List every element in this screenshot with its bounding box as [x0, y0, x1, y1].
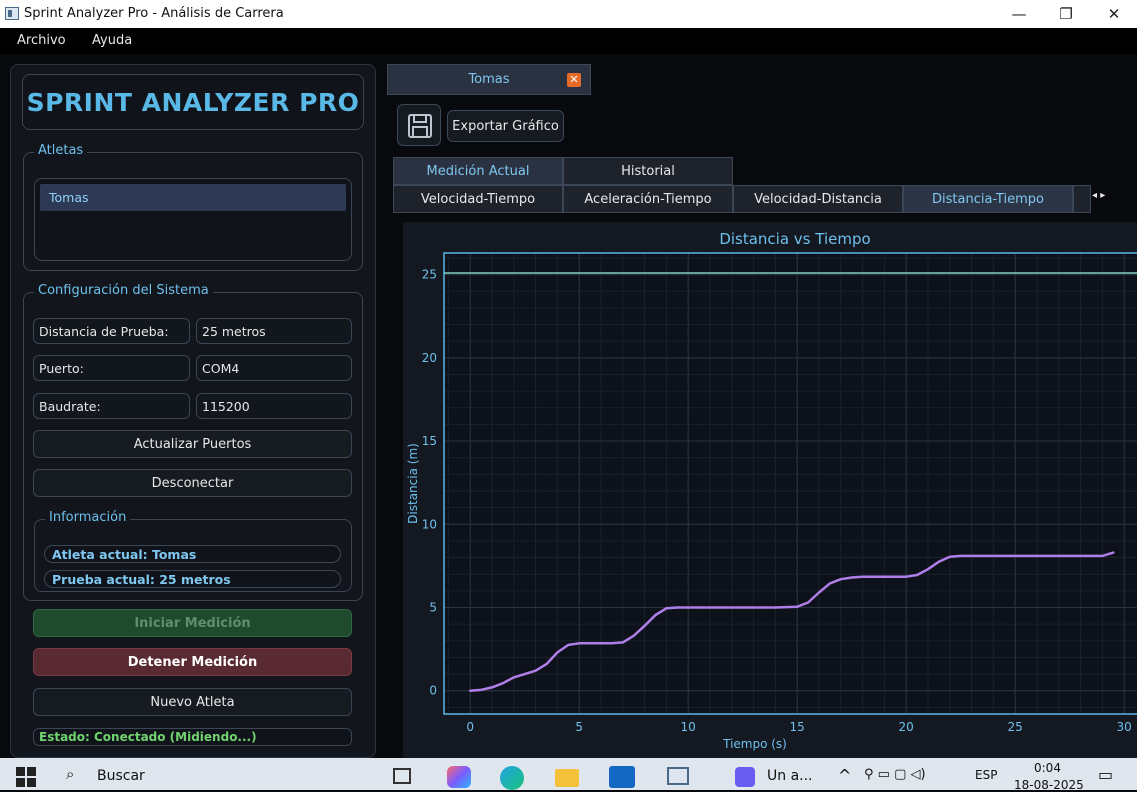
plot-area — [444, 253, 1137, 714]
menu-bar: Archivo Ayuda — [0, 28, 1137, 54]
system-tray-icons[interactable]: ⚲ ▭ ▢ ◁) — [864, 767, 926, 782]
graph-tab-overflow[interactable] — [1073, 185, 1091, 213]
export-graph-button[interactable]: Exportar Gráfico — [447, 110, 564, 142]
x-axis-label: Tiempo (s) — [722, 737, 787, 751]
x-tick-label: 20 — [899, 720, 914, 734]
y-tick-label: 20 — [422, 351, 437, 365]
baudrate-label: Baudrate: — [33, 393, 190, 419]
x-tick-label: 25 — [1008, 720, 1023, 734]
outlook-icon[interactable] — [609, 766, 635, 788]
current-athlete: Atleta actual: Tomas — [44, 545, 341, 563]
x-tick-label: 15 — [790, 720, 805, 734]
info-group-label: Información — [45, 510, 131, 525]
x-tick-label: 5 — [575, 720, 583, 734]
taskbar: ⌕ Buscar Un a... ^ ⚲ ▭ ▢ ◁) ESP 0:04 18-… — [0, 758, 1137, 792]
graph-tab-0[interactable]: Velocidad-Tiempo — [393, 185, 563, 213]
copilot-icon[interactable] — [447, 766, 471, 788]
refresh-ports-button[interactable]: Actualizar Puertos — [33, 430, 352, 458]
x-tick-label: 30 — [1117, 720, 1132, 734]
disconnect-button[interactable]: Desconectar — [33, 469, 352, 497]
graph-tab-2[interactable]: Velocidad-Distancia — [733, 185, 903, 213]
minimize-button[interactable]: — — [996, 0, 1042, 28]
current-test: Prueba actual: 25 metros — [44, 570, 341, 588]
app-logo: SPRINT ANALYZER PRO — [22, 74, 364, 130]
distance-value[interactable]: 25 metros — [196, 318, 352, 344]
chart-title: Distancia vs Tiempo — [719, 230, 870, 248]
search-icon[interactable]: ⌕ — [66, 765, 74, 783]
athletes-group-label: Atletas — [34, 143, 88, 158]
port-label: Puerto: — [33, 355, 190, 381]
zoom-icon[interactable] — [735, 767, 755, 787]
edge-icon[interactable] — [500, 766, 524, 790]
clock-time[interactable]: 0:04 — [1034, 761, 1061, 775]
taskbar-search[interactable]: Buscar — [97, 768, 145, 784]
file-explorer-icon[interactable] — [555, 769, 579, 787]
new-athlete-button[interactable]: Nuevo Atleta — [33, 688, 352, 716]
tab-scroll-arrows[interactable]: ◂ ▸ — [1092, 190, 1128, 206]
save-icon — [408, 114, 432, 138]
notifications-icon[interactable]: ▭ — [1098, 765, 1113, 784]
mode-tab-0[interactable]: Medición Actual — [393, 157, 563, 185]
y-axis-label: Distancia (m) — [406, 443, 420, 524]
language-indicator[interactable]: ESP — [975, 768, 997, 782]
chart-panel: 0 5 10 15 20 25 30 0 5 10 15 20 25 Distancia vs Tiemp… — [403, 222, 1137, 758]
x-tick-label: 0 — [466, 720, 474, 734]
document-tab[interactable]: Tomas — [387, 64, 591, 95]
document-tab-label: Tomas — [468, 72, 510, 87]
app-icon — [5, 7, 19, 20]
app-taskbar-icon[interactable] — [667, 767, 689, 785]
save-button[interactable] — [397, 104, 441, 146]
window-title: Sprint Analyzer Pro - Análisis de Carrer… — [24, 6, 284, 21]
status-label: Estado: Conectado (Midiendo...) — [33, 728, 352, 746]
athlete-list-item[interactable]: Tomas — [40, 184, 346, 211]
y-tick-label: 25 — [422, 268, 437, 282]
y-tick-label: 0 — [429, 684, 437, 698]
mode-tab-1[interactable]: Historial — [563, 157, 733, 185]
config-group-label: Configuración del Sistema — [34, 283, 213, 298]
close-tab-icon[interactable]: ✕ — [567, 73, 581, 87]
close-button[interactable]: ✕ — [1091, 0, 1137, 28]
port-value[interactable]: COM4 — [196, 355, 352, 381]
graph-tab-3[interactable]: Distancia-Tiempo — [903, 185, 1073, 213]
y-tick-label: 10 — [422, 517, 437, 531]
maximize-button[interactable]: ❐ — [1043, 0, 1089, 28]
title-bar: Sprint Analyzer Pro - Análisis de Carrer… — [0, 0, 1137, 28]
stop-measurement-button[interactable]: Detener Medición — [33, 648, 352, 676]
taskbar-window-item[interactable]: Un a... — [767, 768, 813, 784]
x-tick-label: 10 — [681, 720, 696, 734]
y-tick-label: 5 — [429, 600, 437, 614]
graph-tab-1[interactable]: Aceleración-Tiempo — [563, 185, 733, 213]
windows-start-icon[interactable] — [16, 767, 36, 787]
y-tick-label: 15 — [422, 434, 437, 448]
distance-time-chart: 0 5 10 15 20 25 30 0 5 10 15 20 25 Distancia vs Tiemp… — [406, 230, 1137, 751]
distance-label: Distancia de Prueba: — [33, 318, 190, 344]
baudrate-value[interactable]: 115200 — [196, 393, 352, 419]
menu-ayuda[interactable]: Ayuda — [92, 33, 132, 48]
task-view-icon[interactable] — [393, 768, 411, 784]
chevron-up-icon[interactable]: ^ — [838, 766, 851, 785]
menu-archivo[interactable]: Archivo — [17, 33, 66, 48]
start-measurement-button[interactable]: Iniciar Medición — [33, 609, 352, 637]
